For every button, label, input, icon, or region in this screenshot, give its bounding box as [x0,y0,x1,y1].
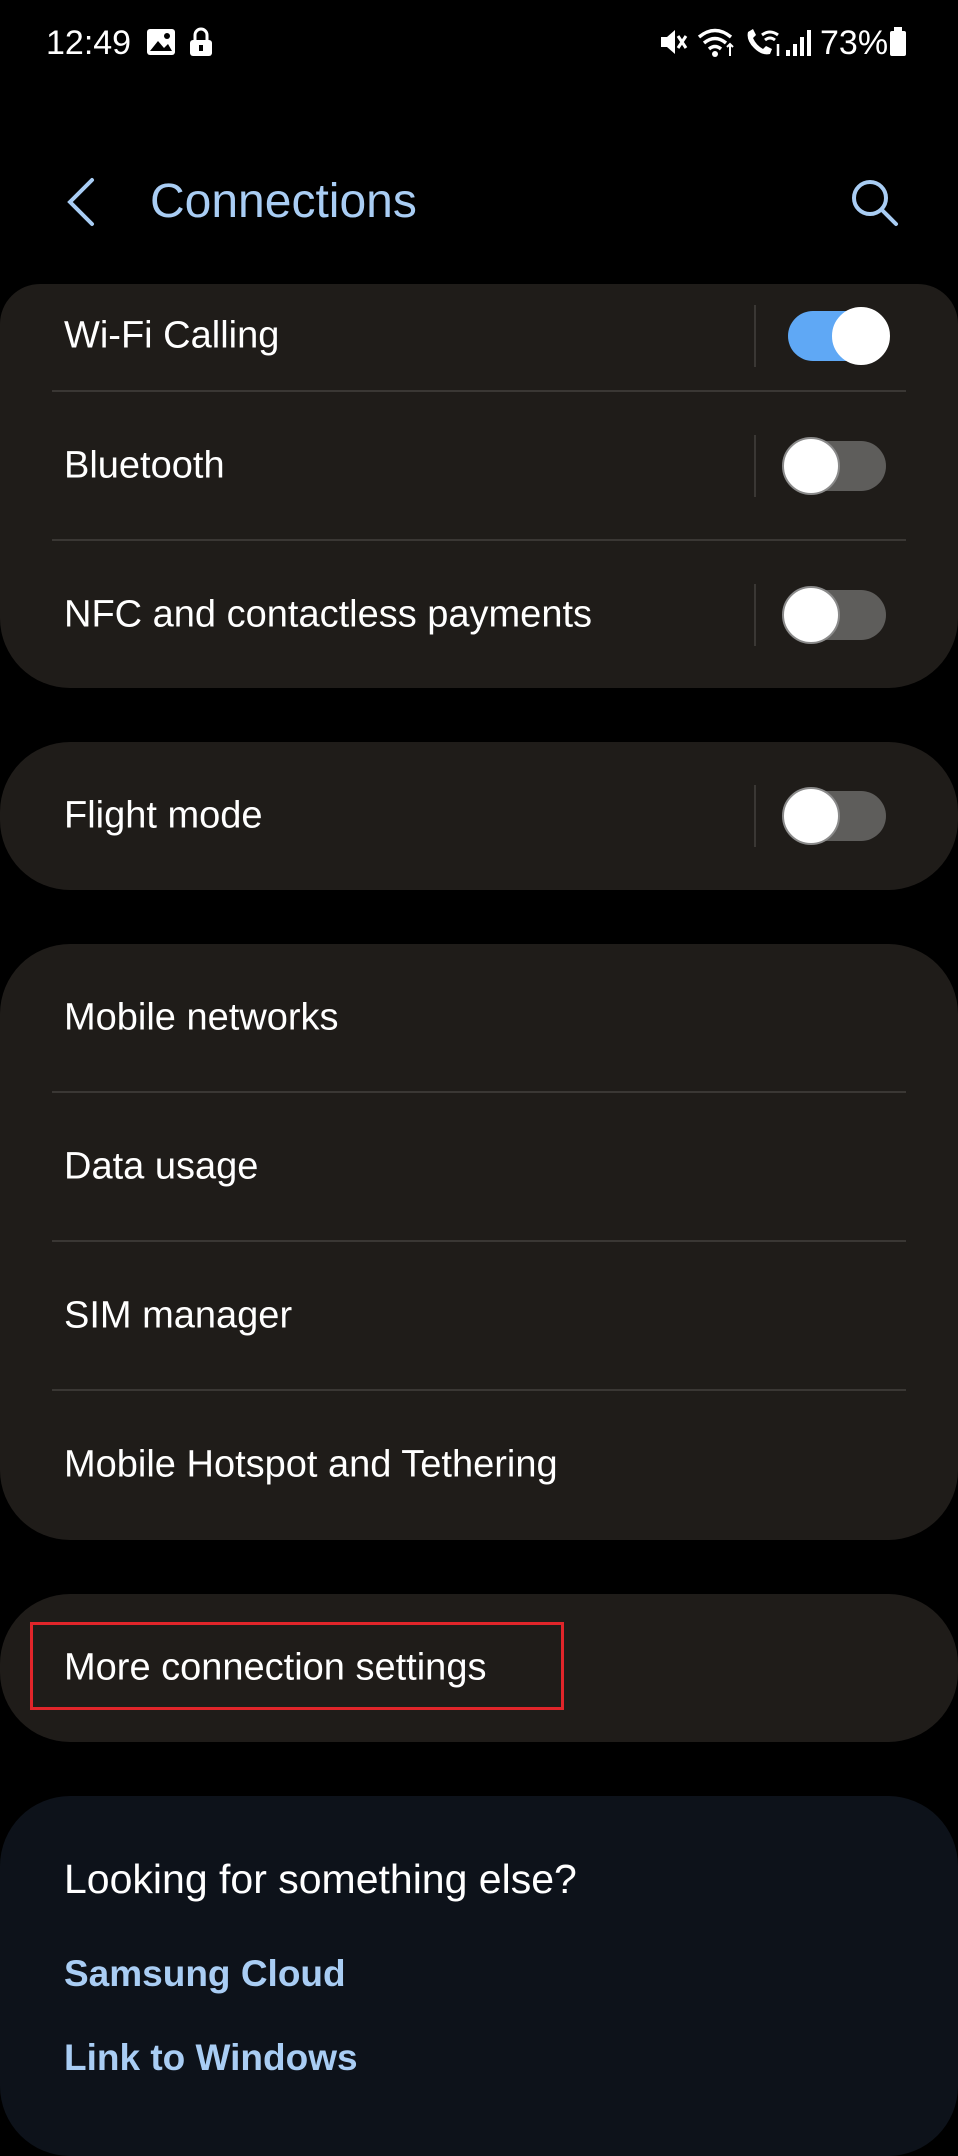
status-time: 12:49 [46,24,132,62]
page-title: Connections [150,175,417,228]
wifi-icon [697,28,734,57]
nfc-toggle[interactable] [782,586,886,644]
wireless-settings-card: Wi-Fi Calling Bluetooth NFC and contactl… [0,284,958,688]
highlight-box [30,1622,564,1710]
setting-row-bluetooth[interactable]: Bluetooth [0,392,958,540]
link-to-windows-link[interactable]: Link to Windows [64,2037,358,2079]
lock-icon [190,27,212,56]
battery-icon [890,27,906,56]
toggle-knob [832,307,890,365]
toggle-knob [782,586,840,644]
bluetooth-toggle[interactable] [782,437,886,495]
toggle-knob [782,437,840,495]
search-icon [852,180,898,226]
mobile-settings-card: Mobile networks Data usage SIM manager M… [0,944,958,1540]
vertical-separator [754,305,756,367]
search-button[interactable] [846,174,902,230]
vertical-separator [754,435,756,497]
samsung-cloud-link[interactable]: Samsung Cloud [64,1953,346,1995]
toggle-knob [782,787,840,845]
gallery-icon [147,29,175,55]
signal-icon [786,30,811,56]
setting-row-data-usage[interactable]: Data usage [0,1093,958,1241]
setting-row-more-connection-settings[interactable]: More connection settings [0,1594,958,1742]
mute-icon [661,30,688,54]
suggestions-title: Looking for something else? [64,1856,577,1902]
back-button[interactable] [62,174,102,230]
wifi-calling-toggle[interactable] [788,307,890,365]
setting-label: NFC and contactless payments [64,593,593,636]
setting-label: Wi-Fi Calling [64,314,280,357]
chevron-left-icon [67,178,94,226]
vertical-separator [754,584,756,646]
setting-row-sim-manager[interactable]: SIM manager [0,1242,958,1390]
flight-mode-card: Flight mode [0,742,958,890]
battery-percentage: 73% [820,24,889,62]
more-settings-card: More connection settings [0,1594,958,1742]
setting-label: Flight mode [64,794,263,837]
setting-label: SIM manager [64,1294,293,1337]
setting-label: Bluetooth [64,444,225,487]
setting-label: Mobile Hotspot and Tethering [64,1443,558,1486]
app-header: Connections [0,150,958,250]
suggestions-card: Looking for something else? Samsung Clou… [0,1796,958,2156]
setting-row-mobile-hotspot[interactable]: Mobile Hotspot and Tethering [0,1391,958,1539]
setting-label: Data usage [64,1145,259,1188]
vertical-separator [754,785,756,847]
wifi-calling-icon [747,29,780,56]
setting-row-mobile-networks[interactable]: Mobile networks [0,944,958,1092]
setting-label: Mobile networks [64,996,339,1039]
status-bar: 12:49 73% [0,0,958,92]
setting-row-nfc[interactable]: NFC and contactless payments [0,541,958,688]
setting-row-flight-mode[interactable]: Flight mode [0,742,958,890]
flight-mode-toggle[interactable] [782,787,886,845]
